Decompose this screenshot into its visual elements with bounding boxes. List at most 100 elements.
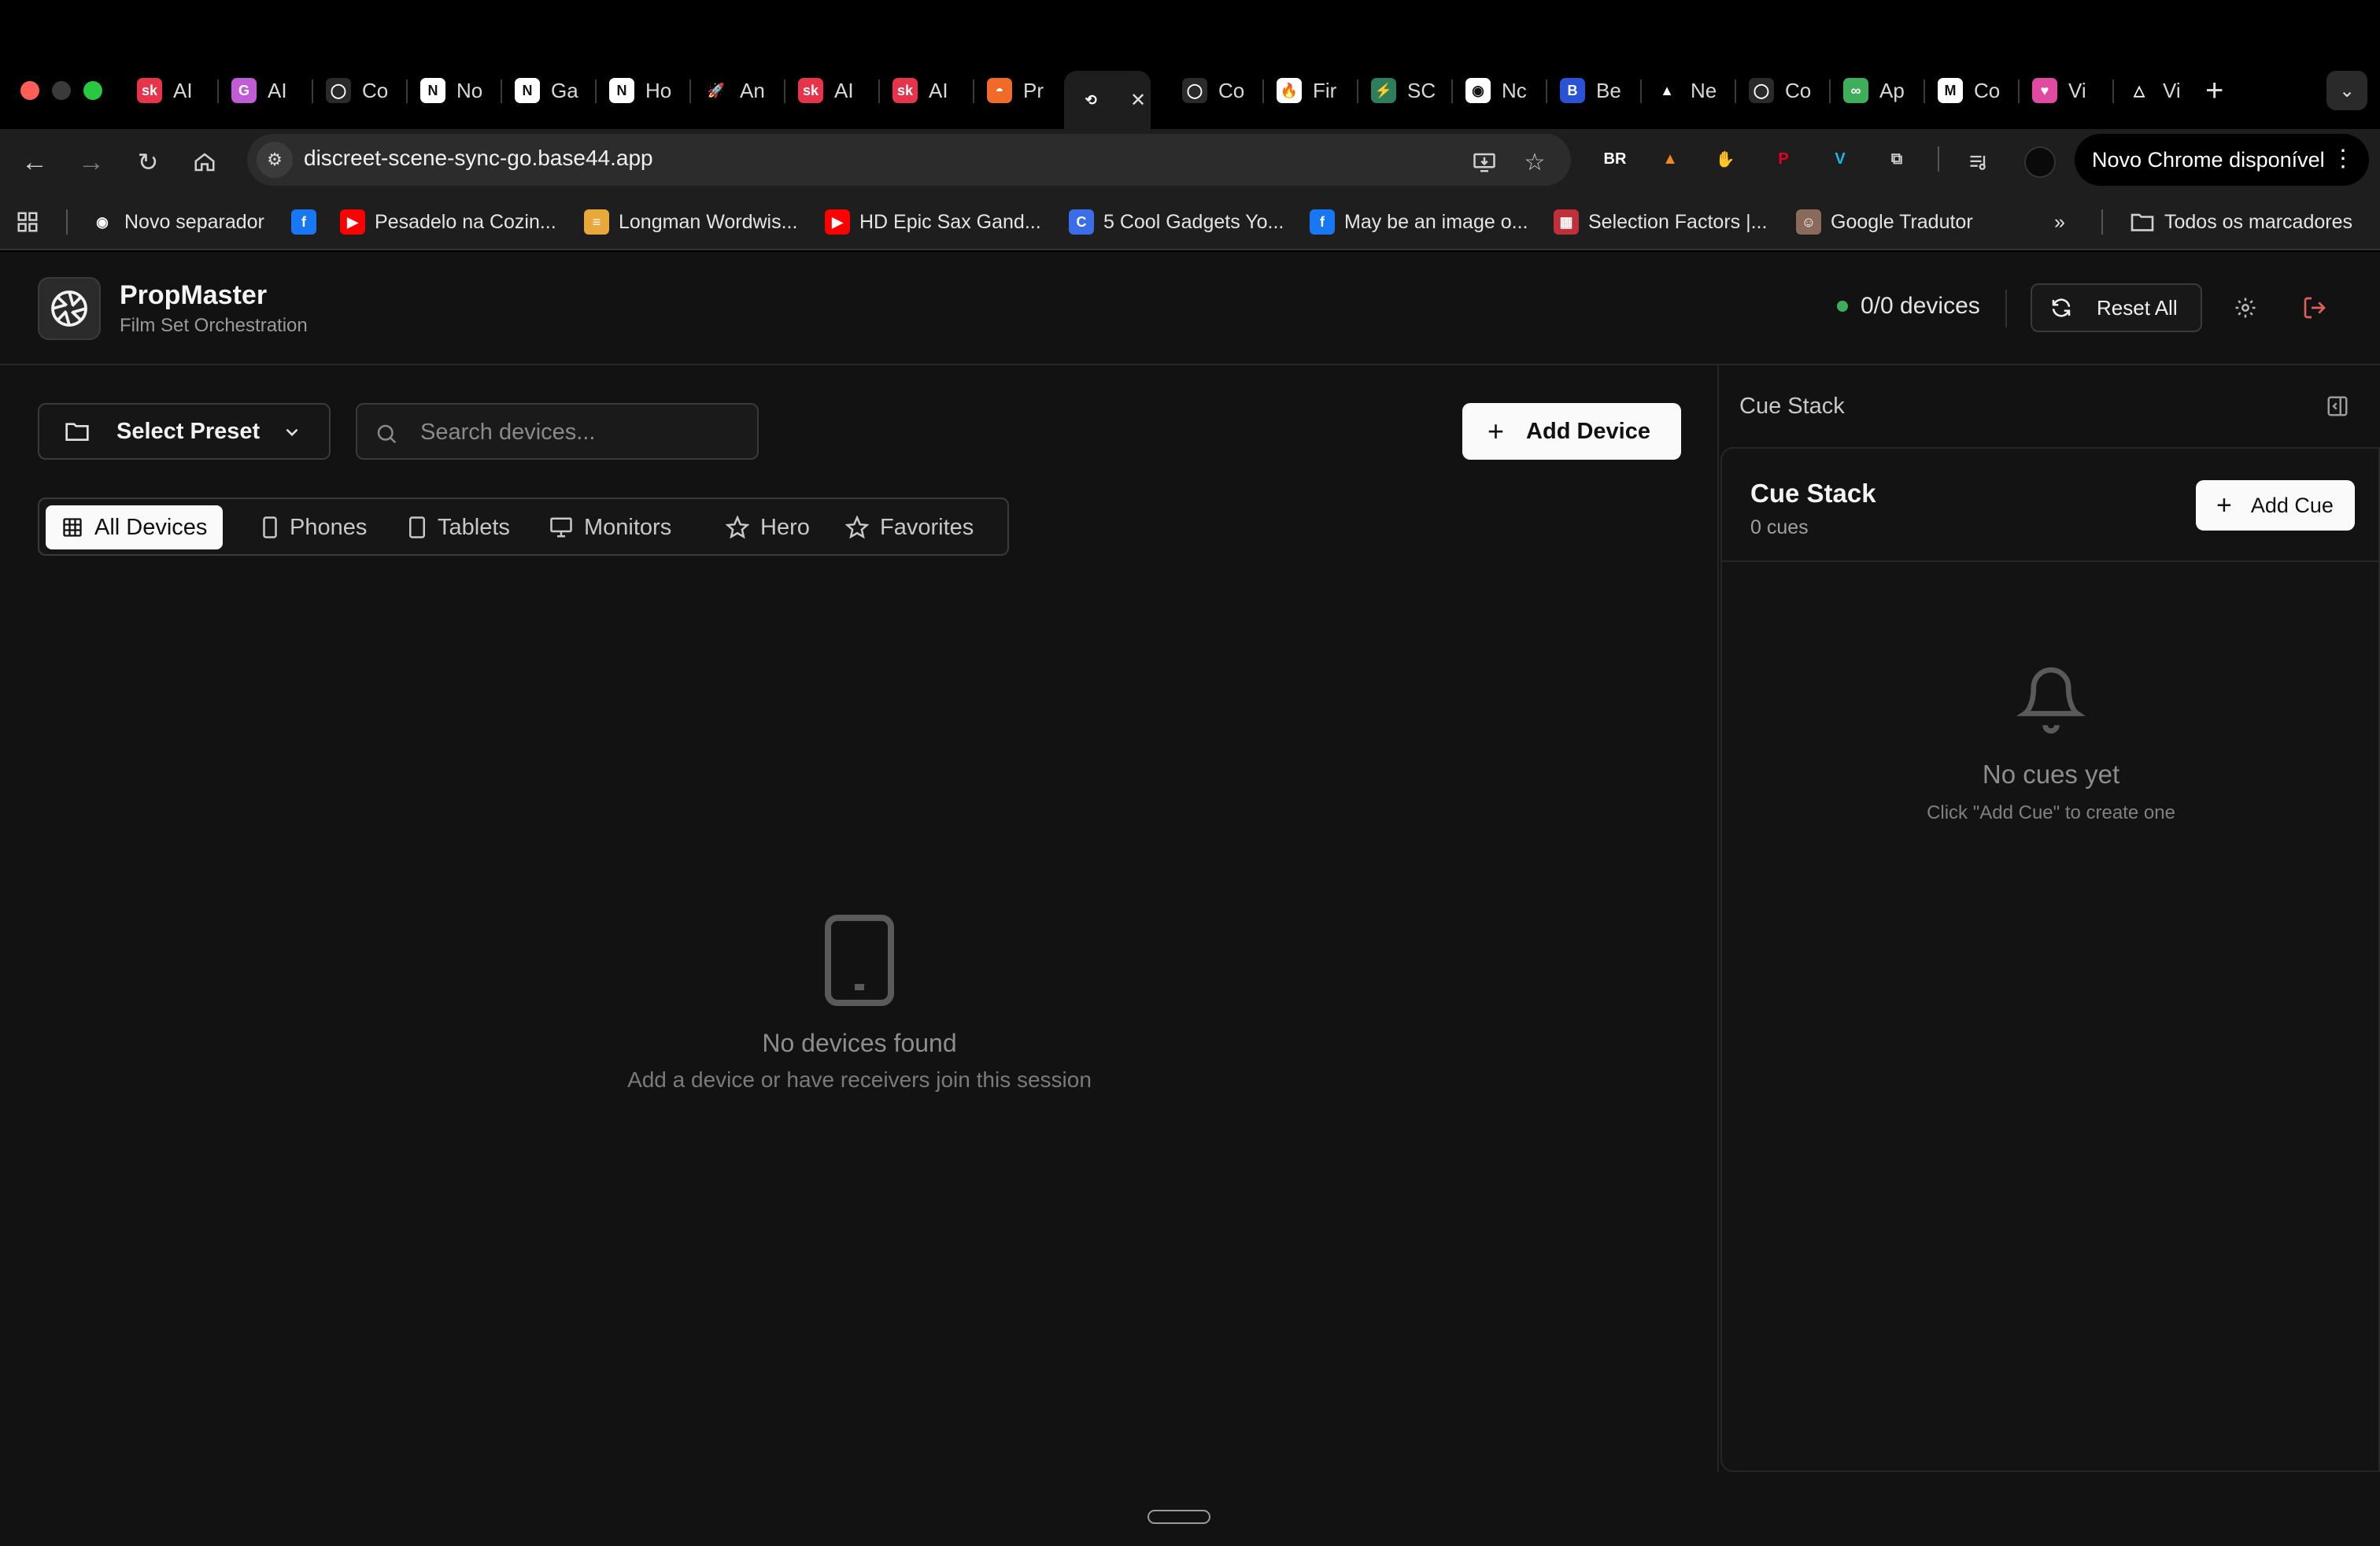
be-icon: B: [1560, 78, 1585, 103]
browser-tab[interactable]: N Ga: [501, 71, 595, 110]
bookmark-star-icon[interactable]: ☆: [1514, 142, 1555, 183]
close-tab-icon[interactable]: ✕: [1130, 89, 1146, 112]
rocket-icon: 🚀: [704, 78, 729, 103]
media-controls-icon[interactable]: [1958, 142, 1999, 183]
browser-tab[interactable]: M Co: [1924, 71, 2018, 110]
browser-tab[interactable]: ⟲ ✕: [1064, 71, 1151, 129]
status-dot-icon: [1837, 301, 1848, 312]
toolbar-divider: [1938, 146, 1939, 172]
browser-tab[interactable]: N No: [406, 71, 501, 110]
browser-tab[interactable]: ♥ Vi: [2018, 71, 2112, 110]
filter-tab-hero[interactable]: Hero: [710, 505, 826, 549]
pinterest-icon[interactable]: P: [1768, 143, 1799, 175]
notion-icon: N: [515, 78, 540, 103]
c-logo-icon: C: [1069, 209, 1094, 235]
site-info-icon[interactable]: ⚙: [257, 142, 293, 178]
browser-tab[interactable]: ⚡ SC: [1357, 71, 1451, 110]
filter-tab-favorites[interactable]: Favorites: [830, 505, 989, 549]
bookmark-item[interactable]: ▦ Selection Factors |...: [1554, 206, 1767, 238]
filter-tab-tablets[interactable]: Tablets: [392, 505, 526, 549]
browser-tab[interactable]: N Ho: [595, 71, 689, 110]
filter-tab-phones[interactable]: Phones: [246, 505, 382, 549]
browser-tab[interactable]: sk AI: [123, 71, 217, 110]
puzzle-icon[interactable]: ⧉: [1881, 143, 1913, 175]
notion-icon: N: [609, 78, 634, 103]
kebab-menu-icon[interactable]: ⋮: [2331, 145, 2355, 172]
search-box[interactable]: [356, 403, 759, 460]
browser-tab[interactable]: 🚀 An: [689, 71, 784, 110]
reload-icon[interactable]: ↻: [128, 142, 168, 183]
hand-icon[interactable]: ✋: [1709, 143, 1741, 175]
browser-tab[interactable]: ▲ Ne: [1640, 71, 1735, 110]
sk-logo-icon: sk: [137, 78, 162, 103]
browser-tab[interactable]: sk AI: [878, 71, 973, 110]
github-icon: ◯: [326, 78, 351, 103]
bookmark-item[interactable]: ▶ HD Epic Sax Gand...: [825, 206, 1041, 238]
back-icon[interactable]: ←: [14, 142, 55, 183]
vlc-icon[interactable]: ▲: [1654, 143, 1686, 175]
collapse-panel-icon[interactable]: [2322, 390, 2353, 422]
apps-grid-icon[interactable]: [16, 206, 39, 238]
bookmark-item[interactable]: ▶ Pesadelo na Cozin...: [340, 206, 556, 238]
facebook-icon: f: [291, 209, 316, 235]
filter-tab-monitors[interactable]: Monitors: [534, 505, 687, 549]
device-count-label: 0/0 devices: [1861, 293, 1980, 319]
browser-tab[interactable]: sk AI: [784, 71, 878, 110]
browser-tab[interactable]: B Be: [1546, 71, 1640, 110]
bookmark-label: May be an image o...: [1344, 210, 1528, 233]
browser-tab[interactable]: ∞ Ap: [1829, 71, 1924, 110]
facebook-icon: f: [1310, 209, 1335, 235]
header-divider: [2005, 290, 2007, 327]
br-icon[interactable]: BR: [1599, 143, 1631, 175]
browser-tab[interactable]: 🔥 Fir: [1262, 71, 1357, 110]
zoom-window-button[interactable]: [83, 81, 102, 100]
bookmark-item[interactable]: C 5 Cool Gadgets Yo...: [1069, 206, 1284, 238]
sync-icon: ⟲: [1078, 87, 1103, 113]
search-devices-input[interactable]: [420, 419, 751, 446]
minimize-window-button[interactable]: [52, 81, 71, 100]
bookmark-item[interactable]: ≡ Longman Wordwis...: [584, 206, 797, 238]
browser-tab[interactable]: △ Vi: [2112, 71, 2207, 110]
install-app-icon[interactable]: [1464, 142, 1505, 183]
browser-tab[interactable]: G AI: [217, 71, 312, 110]
folder-icon: [2131, 213, 2154, 231]
bookmark-item[interactable]: f May be an image o...: [1310, 206, 1528, 238]
tab-search-button[interactable]: ⌄: [2326, 71, 2367, 110]
bolt-icon: ⚡: [1371, 78, 1396, 103]
resize-handle[interactable]: [1148, 1510, 1210, 1524]
bookmark-item[interactable]: f: [291, 206, 316, 238]
new-tab-button[interactable]: +: [2205, 72, 2223, 109]
add-device-button[interactable]: + Add Device: [1462, 403, 1681, 460]
browser-tab-label: AI: [173, 78, 193, 102]
browser-tab[interactable]: ◯ Co: [1168, 71, 1262, 110]
settings-gear-icon[interactable]: [2227, 290, 2264, 326]
more-bookmarks-icon[interactable]: »: [2054, 206, 2065, 238]
bookmark-item[interactable]: ☺ Google Tradutor: [1796, 206, 1973, 238]
browser-tab[interactable]: ◉ Nc: [1451, 71, 1546, 110]
browser-tab-label: Be: [1596, 78, 1621, 102]
filter-tab-label: Monitors: [584, 514, 672, 540]
browser-tab-label: No: [456, 78, 483, 102]
home-icon[interactable]: [184, 142, 225, 183]
filter-tab-all-devices[interactable]: All Devices: [46, 505, 224, 549]
browser-tab[interactable]: ◯ Co: [1735, 71, 1829, 110]
phone-icon: [261, 516, 279, 539]
phone-icon: [825, 915, 894, 1006]
device-status: 0/0 devices: [1837, 293, 1980, 320]
reset-all-button[interactable]: Reset All: [2031, 283, 2202, 332]
select-preset-dropdown[interactable]: Select Preset: [38, 403, 331, 460]
chrome-update-button[interactable]: Novo Chrome disponível ⋮: [2075, 134, 2369, 186]
all-bookmarks-folder[interactable]: Todos os marcadores: [2130, 206, 2352, 238]
url-text[interactable]: discreet-scene-sync-go.base44.app: [304, 146, 653, 171]
profile-avatar-icon[interactable]: [2020, 142, 2060, 183]
vimeo-icon[interactable]: V: [1824, 143, 1856, 175]
browser-tab[interactable]: ◓ Pr: [973, 71, 1067, 110]
bookmark-item[interactable]: ◉ Novo separador: [90, 206, 264, 238]
plus-icon: +: [1488, 415, 1505, 447]
globe-icon: ◉: [96, 213, 109, 230]
close-window-button[interactable]: [20, 81, 39, 100]
browser-tab[interactable]: ◯ Co: [312, 71, 406, 110]
logout-icon[interactable]: [2297, 290, 2333, 326]
add-cue-button[interactable]: + Add Cue: [2196, 480, 2355, 531]
forward-icon[interactable]: →: [71, 142, 112, 183]
